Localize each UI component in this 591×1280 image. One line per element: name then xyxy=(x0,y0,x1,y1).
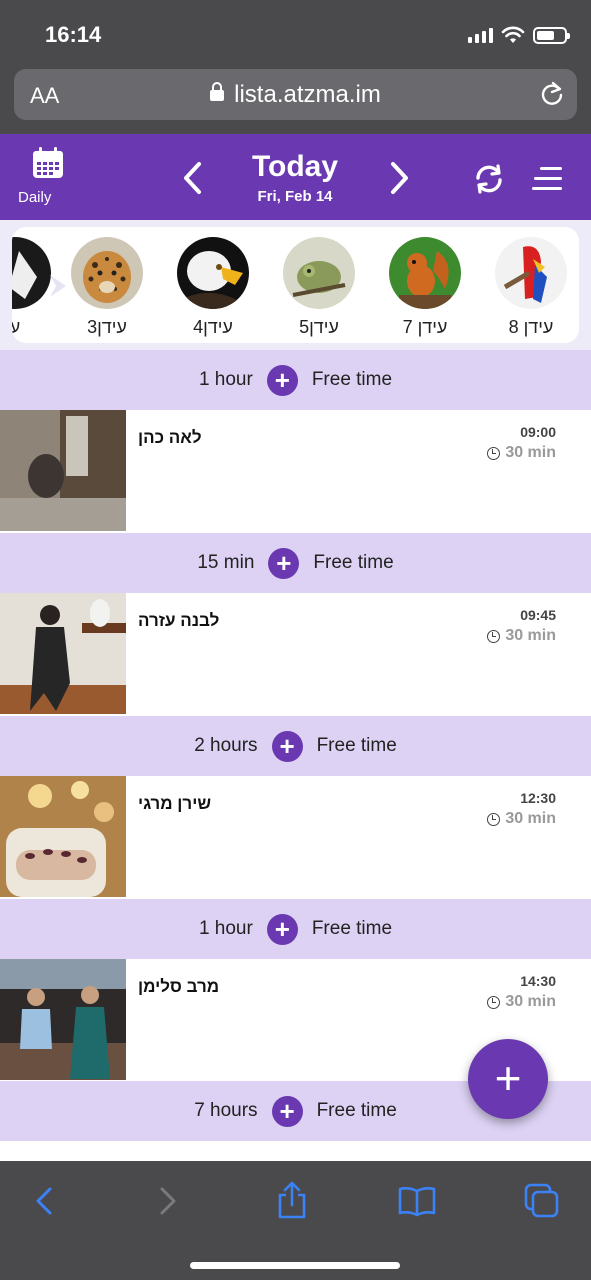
staff-selector[interactable]: ע עידן3 עידן4 עידן5 עידן 7 עידן 8 xyxy=(12,227,579,343)
appointment-duration: 30 min xyxy=(487,444,556,462)
url-text: lista.atzma.im xyxy=(234,81,381,108)
add-appointment-button[interactable]: + xyxy=(271,730,303,762)
staff-name: עידן 8 xyxy=(508,317,554,337)
reload-icon[interactable] xyxy=(539,81,565,107)
appointment-card[interactable]: לאה כהן 09:00 30 min xyxy=(0,410,591,533)
add-appointment-button[interactable]: + xyxy=(268,547,300,579)
appointment-duration: 30 min xyxy=(487,810,556,828)
appointment-time: 09:45 xyxy=(520,607,556,623)
browser-toolbar: AA lista.atzma.im xyxy=(0,62,591,134)
page-title[interactable]: Today xyxy=(220,150,370,184)
staff-name: עידן 7 xyxy=(402,317,448,337)
appointment-time: 09:00 xyxy=(520,424,556,440)
share-icon[interactable] xyxy=(272,1181,312,1221)
wifi-icon xyxy=(501,26,525,43)
free-time-slot[interactable]: 15 min + Free time xyxy=(0,533,591,593)
staff-item-1[interactable]: עידן3 xyxy=(70,237,144,338)
client-name: מרב סלימן xyxy=(138,977,220,996)
free-time-label: Free time xyxy=(313,552,394,573)
staff-name: עידן3 xyxy=(87,317,127,337)
battery-icon xyxy=(533,26,570,44)
bookmarks-icon[interactable] xyxy=(397,1181,437,1221)
appointment-time: 14:30 xyxy=(520,973,556,989)
client-photo xyxy=(0,776,126,897)
staff-item-5[interactable]: עידן 8 xyxy=(494,237,568,338)
free-duration: 2 hours xyxy=(194,735,258,756)
previous-day-button[interactable] xyxy=(178,158,208,198)
client-name: לאה כהן xyxy=(138,428,202,447)
client-name: לבנה עזרה xyxy=(138,611,220,630)
leopard-avatar xyxy=(71,237,143,309)
chameleon-avatar xyxy=(283,237,355,309)
cellular-signal-icon xyxy=(468,27,493,43)
parrot-avatar xyxy=(495,237,567,309)
clock-icon xyxy=(487,446,501,460)
appointment-duration: 30 min xyxy=(487,993,556,1011)
free-time-label: Free time xyxy=(316,735,397,756)
refresh-icon[interactable] xyxy=(472,162,506,196)
client-photo xyxy=(0,593,126,714)
clock-icon xyxy=(487,812,501,826)
daily-view-button[interactable] xyxy=(28,146,68,185)
calendar-icon xyxy=(33,147,63,178)
staff-name: עידן5 xyxy=(299,317,339,337)
lock-icon xyxy=(210,82,225,101)
free-time-slot[interactable]: 1 hour + Free time xyxy=(0,350,591,410)
back-icon[interactable] xyxy=(24,1181,64,1221)
appointment-card[interactable]: שירן מרגי 12:30 30 min xyxy=(0,776,591,899)
free-duration: 15 min xyxy=(197,552,255,573)
menu-icon[interactable] xyxy=(530,164,564,194)
free-time-label: Free time xyxy=(311,918,393,939)
client-name: שירן מרגי xyxy=(138,794,212,813)
free-duration: 1 hour xyxy=(198,918,253,939)
next-day-button[interactable] xyxy=(384,158,414,198)
tabs-icon[interactable] xyxy=(522,1181,562,1221)
free-time-slot[interactable]: 1 hour + Free time xyxy=(0,899,591,959)
client-photo xyxy=(0,410,126,531)
url-field[interactable]: lista.atzma.im xyxy=(14,81,577,109)
free-time-label: Free time xyxy=(316,1100,397,1121)
add-appointment-fab[interactable]: + xyxy=(468,1039,548,1119)
add-appointment-button[interactable]: + xyxy=(266,364,298,396)
appointment-duration: 30 min xyxy=(487,627,556,645)
staff-name: עידן4 xyxy=(193,317,233,337)
staff-item-3[interactable]: עידן5 xyxy=(282,237,356,338)
staff-item-4[interactable]: עידן 7 xyxy=(388,237,462,338)
add-appointment-button[interactable]: + xyxy=(266,913,298,945)
clock-icon xyxy=(487,629,501,643)
free-duration: 1 hour xyxy=(198,369,253,390)
staff-name: ע xyxy=(12,317,21,337)
home-indicator xyxy=(190,1262,400,1269)
address-bar[interactable]: AA lista.atzma.im xyxy=(14,69,577,120)
eagle-avatar xyxy=(177,237,249,309)
squirrel-avatar xyxy=(389,237,461,309)
appointment-time: 12:30 xyxy=(520,790,556,806)
daily-view-label: Daily xyxy=(18,189,52,206)
staff-item-2[interactable]: עידן4 xyxy=(176,237,250,338)
client-photo xyxy=(0,959,126,1080)
free-duration: 7 hours xyxy=(194,1100,258,1121)
appointment-card[interactable]: לבנה עזרה 09:45 30 min xyxy=(0,593,591,716)
clock-icon xyxy=(487,995,501,1009)
status-bar: 16:14 xyxy=(0,0,591,62)
status-time: 16:14 xyxy=(45,22,102,47)
current-date: Fri, Feb 14 xyxy=(257,188,333,205)
free-time-label: Free time xyxy=(311,369,393,390)
forward-icon[interactable] xyxy=(148,1181,188,1221)
app-header: Daily Today Fri, Feb 14 xyxy=(0,134,591,220)
add-appointment-button[interactable]: + xyxy=(271,1095,303,1127)
free-time-slot[interactable]: 2 hours + Free time xyxy=(0,716,591,776)
